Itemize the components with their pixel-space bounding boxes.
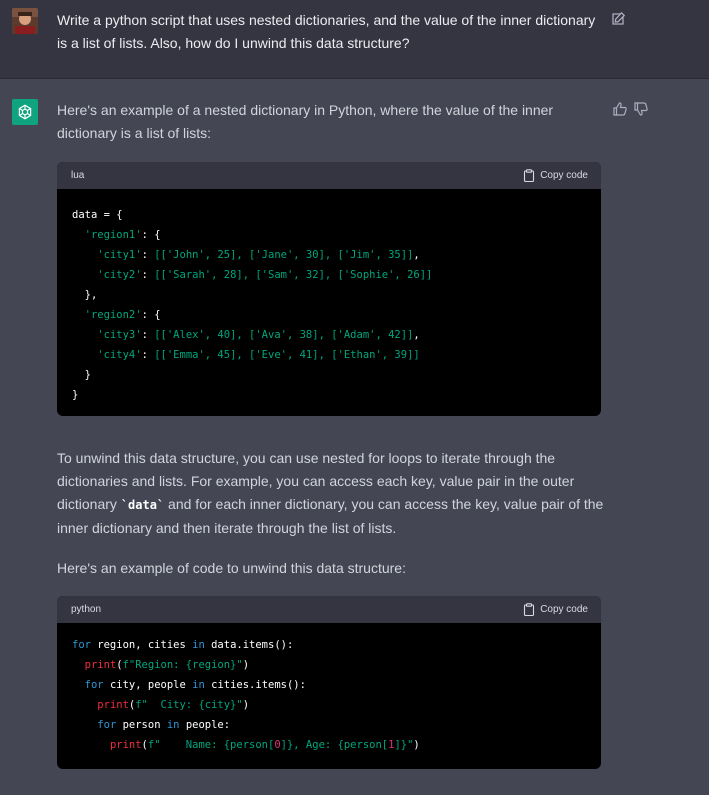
example-intro: Here's an example of code to unwind this…: [57, 560, 406, 576]
copy-code-label: Copy code: [540, 170, 588, 181]
inline-code: `data`: [120, 498, 165, 512]
user-message-row: Write a python script that uses nested d…: [0, 0, 709, 79]
openai-logo-icon: [12, 99, 38, 125]
code-block-python: python Copy code for region, cities in d…: [57, 596, 601, 769]
code-language-label: python: [71, 604, 102, 615]
code-language-label: lua: [71, 170, 85, 181]
edit-icon[interactable]: [610, 11, 626, 27]
copy-code-button[interactable]: Copy code: [523, 169, 588, 182]
copy-code-label: Copy code: [540, 604, 588, 615]
code-content[interactable]: for region, cities in data.items(): prin…: [57, 623, 601, 769]
code-content[interactable]: data = { 'region1': { 'city1': [['John',…: [57, 189, 601, 416]
code-header: python Copy code: [57, 596, 601, 623]
thumbs-down-icon[interactable]: [633, 101, 649, 117]
clipboard-icon: [524, 603, 535, 616]
user-message-text: Write a python script that uses nested d…: [57, 12, 596, 51]
assistant-intro: Here's an example of a nested dictionary…: [57, 102, 554, 141]
code-block-lua: lua Copy code data = { 'region1': { 'cit…: [57, 162, 601, 416]
clipboard-icon: [524, 169, 535, 182]
code-header: lua Copy code: [57, 162, 601, 189]
user-avatar: [12, 8, 38, 34]
copy-code-button[interactable]: Copy code: [523, 603, 588, 616]
unwind-explanation: To unwind this data structure, you can u…: [57, 450, 604, 536]
thumbs-up-icon[interactable]: [612, 101, 628, 117]
